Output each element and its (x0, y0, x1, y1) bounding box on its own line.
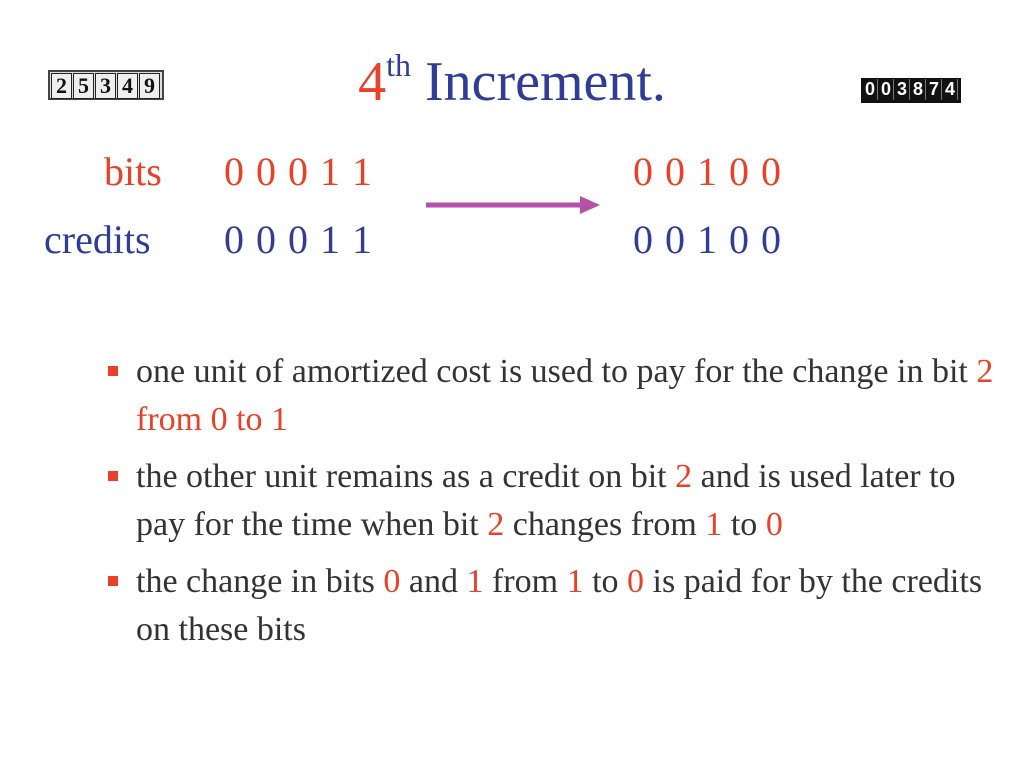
bullet-item: one unit of amortized cost is used to pa… (104, 348, 994, 444)
bullet-highlight: 0 (627, 563, 645, 600)
bits-label: bits (104, 149, 162, 194)
square-bullet-icon (108, 576, 118, 586)
counter-digit: 3 (895, 79, 910, 100)
transition-arrow-icon (426, 196, 600, 214)
title-text: Increment. (424, 51, 666, 113)
bullet-highlight: 2 (675, 458, 693, 495)
bullet-highlight: 1 (705, 506, 723, 543)
bits-after: 0 0 1 0 0 (633, 149, 781, 194)
bullet-highlight: 0 (383, 563, 401, 600)
bullet-text: the other unit remains as a credit on bi… (136, 458, 676, 495)
counter-digit: 7 (927, 79, 942, 100)
counter-digit: 8 (911, 79, 926, 100)
credits-label: credits (44, 217, 151, 262)
credits-before: 0 0 0 1 1 (224, 217, 372, 262)
credits-after: 0 0 1 0 0 (633, 217, 781, 262)
bullet-text: from (483, 563, 567, 600)
title-ordinal-suffix: th (386, 47, 411, 83)
bullet-text: the change in bits (136, 563, 384, 600)
bullet-item: the change in bits 0 and 1 from 1 to 0 i… (104, 558, 994, 654)
square-bullet-icon (108, 366, 118, 376)
counter-digit: 4 (943, 79, 958, 100)
square-bullet-icon (108, 471, 118, 481)
bullet-text: one unit of amortized cost is used to pa… (136, 353, 977, 390)
bits-before: 0 0 0 1 1 (224, 149, 372, 194)
bullet-text: changes from (504, 506, 706, 543)
explanation-list: one unit of amortized cost is used to pa… (104, 348, 994, 663)
bullet-text: and (400, 563, 467, 600)
bullet-text: to (722, 506, 766, 543)
counter-digit: 0 (863, 79, 878, 100)
bullet-highlight: 0 (765, 506, 783, 543)
counter-digit: 0 (879, 79, 894, 100)
bullet-highlight: 1 (466, 563, 484, 600)
bullet-highlight: 2 (487, 506, 505, 543)
bullet-item: the other unit remains as a credit on bi… (104, 453, 994, 549)
title-ordinal: 4 (358, 51, 387, 113)
cost-counter: 0 0 3 8 7 4 (861, 78, 961, 103)
bullet-highlight: 1 (566, 563, 584, 600)
bullet-text: to (583, 563, 628, 600)
